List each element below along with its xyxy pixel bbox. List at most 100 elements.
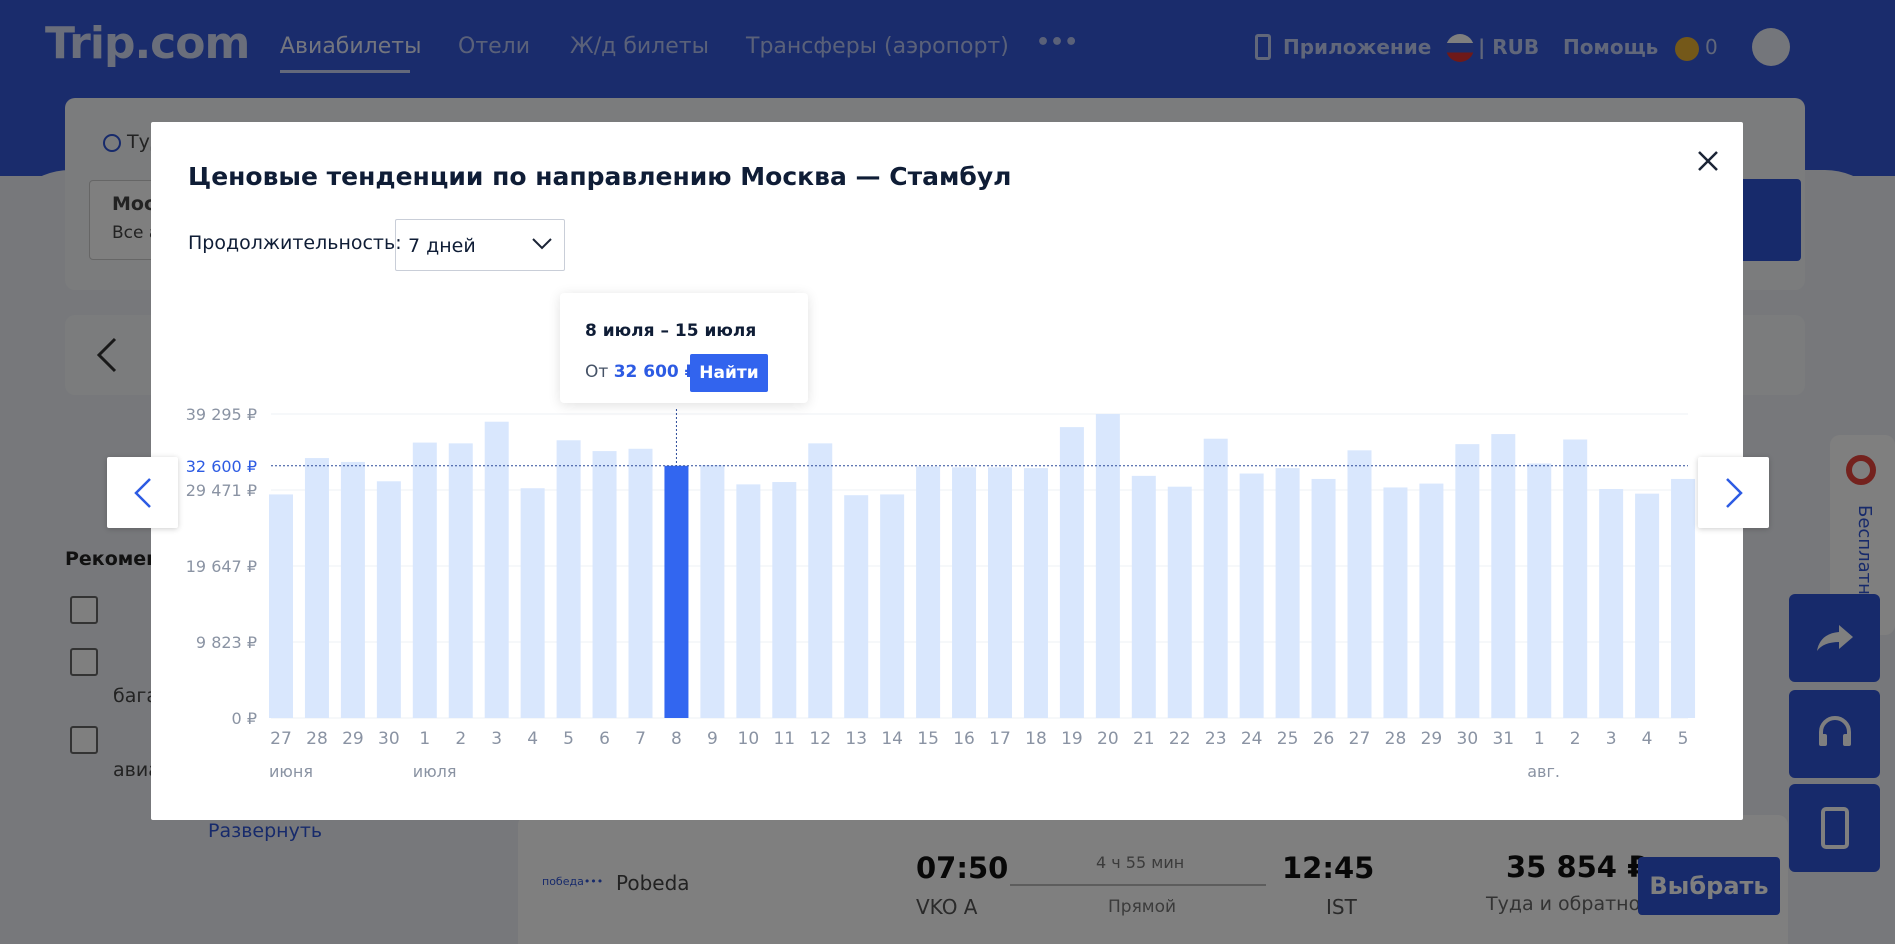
bar	[1635, 493, 1660, 718]
bar	[1095, 414, 1120, 718]
bar	[1311, 478, 1336, 718]
bar	[520, 488, 545, 718]
x-tick-label: 15	[917, 729, 939, 749]
bar	[1131, 475, 1156, 718]
bar	[1347, 450, 1372, 718]
bar	[1599, 489, 1624, 718]
month-label: июня	[269, 762, 313, 781]
x-tick-label: 6	[599, 729, 610, 749]
x-tick-label: 7	[635, 729, 646, 749]
bar	[916, 466, 941, 718]
x-tick-label: 19	[1061, 729, 1083, 749]
y-tick-label: 32 600 ₽	[186, 457, 257, 476]
x-tick-label: 27	[1349, 729, 1371, 749]
bar	[1419, 483, 1444, 718]
bar	[448, 443, 473, 718]
tooltip-dates: 8 июля – 15 июля	[585, 321, 757, 341]
bar	[1527, 463, 1552, 718]
x-tick-label: 10	[738, 729, 760, 749]
bar	[952, 467, 977, 718]
bar	[1383, 487, 1408, 718]
bar	[1203, 438, 1228, 718]
x-tick-label: 12	[809, 729, 831, 749]
x-tick-label: 4	[527, 729, 538, 749]
bar	[556, 440, 581, 718]
x-tick-label: 2	[455, 729, 466, 749]
bar	[1059, 427, 1084, 718]
x-tick-label: 5	[563, 729, 574, 749]
bar	[376, 481, 401, 718]
bar	[880, 494, 905, 718]
x-tick-label: 24	[1241, 729, 1263, 749]
x-tick-label: 18	[1025, 729, 1047, 749]
bar	[412, 442, 437, 718]
bar	[700, 465, 725, 718]
bar	[628, 448, 653, 718]
bar	[1671, 478, 1696, 718]
bar	[988, 467, 1012, 718]
x-tick-label: 31	[1492, 729, 1514, 749]
y-tick-label: 19 647 ₽	[186, 557, 257, 576]
x-tick-label: 29	[1421, 729, 1443, 749]
bar	[1455, 444, 1480, 718]
x-tick-label: 22	[1169, 729, 1191, 749]
x-tick-label: 13	[845, 729, 867, 749]
x-tick-label: 1	[1534, 729, 1545, 749]
x-tick-label: 29	[342, 729, 364, 749]
x-tick-label: 2	[1570, 729, 1581, 749]
find-button[interactable]: Найти	[690, 354, 768, 392]
x-tick-label: 1	[419, 729, 430, 749]
bar	[340, 461, 365, 718]
x-tick-label: 28	[306, 729, 328, 749]
x-tick-label: 27	[270, 729, 292, 749]
x-tick-label: 8	[671, 729, 682, 749]
y-tick-label: 39 295 ₽	[186, 405, 257, 424]
bar	[1023, 468, 1048, 718]
x-tick-label: 30	[378, 729, 400, 749]
chart-prev-button[interactable]	[107, 457, 178, 528]
x-tick-label: 30	[1457, 729, 1479, 749]
x-tick-label: 16	[953, 729, 975, 749]
x-tick-label: 26	[1313, 729, 1335, 749]
x-tick-label: 17	[989, 729, 1011, 749]
bar	[1167, 486, 1192, 718]
bar-selected	[664, 465, 689, 718]
x-tick-label: 11	[773, 729, 795, 749]
chart-next-button[interactable]	[1698, 457, 1769, 528]
x-tick-label: 5	[1678, 729, 1689, 749]
bar	[1563, 439, 1588, 718]
x-tick-label: 28	[1385, 729, 1407, 749]
bar	[1275, 468, 1300, 718]
bar	[736, 484, 761, 718]
x-tick-label: 14	[881, 729, 903, 749]
x-tick-label: 25	[1277, 729, 1299, 749]
x-tick-label: 21	[1133, 729, 1155, 749]
x-tick-label: 20	[1097, 729, 1119, 749]
chevron-left-icon	[133, 477, 151, 508]
x-tick-label: 3	[1606, 729, 1617, 749]
tooltip-from-prefix: От	[585, 362, 609, 382]
x-tick-label: 4	[1642, 729, 1653, 749]
bar	[592, 451, 617, 718]
price-tooltip: 8 июля – 15 июля От 32 600 ₽ Найти	[560, 293, 808, 403]
month-label: авг.	[1527, 762, 1560, 781]
bar	[1491, 434, 1516, 718]
y-tick-label: 0 ₽	[232, 709, 257, 728]
bar	[844, 495, 869, 718]
price-trends-modal: Ценовые тенденции по направлению Москва …	[151, 122, 1743, 820]
bar	[772, 482, 797, 718]
chevron-right-icon	[1725, 477, 1743, 508]
bar	[269, 494, 293, 718]
bar	[1239, 473, 1264, 718]
bar	[808, 443, 833, 718]
tooltip-from: От 32 600 ₽	[585, 362, 697, 382]
bar	[304, 458, 329, 718]
x-tick-label: 9	[707, 729, 718, 749]
x-tick-label: 23	[1205, 729, 1227, 749]
x-tick-label: 3	[491, 729, 502, 749]
price-bar-chart: 0 ₽9 823 ₽19 647 ₽29 471 ₽32 600 ₽39 295…	[186, 405, 1696, 781]
y-tick-label: 9 823 ₽	[196, 633, 257, 652]
tooltip-price: 32 600 ₽	[613, 362, 697, 382]
y-tick-label: 29 471 ₽	[186, 481, 257, 500]
month-label: июля	[413, 762, 457, 781]
